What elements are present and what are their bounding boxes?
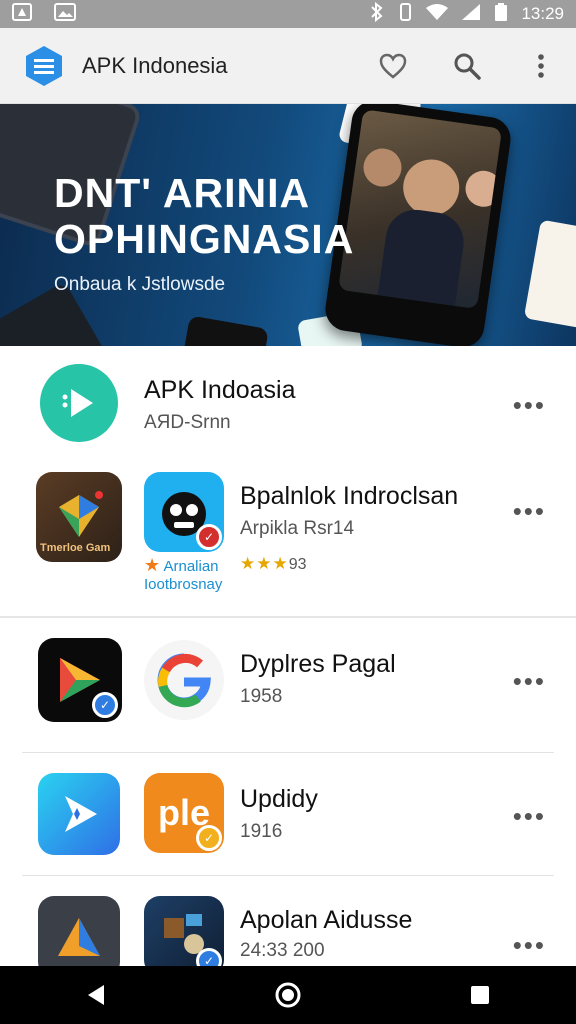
promo-label-line1: Arnalian [163,558,219,575]
app-subtitle: 24:33 200 [240,940,325,961]
promo-banner[interactable]: DNT' ARINIA OPHINGNASIA Onbaua k Jstlows… [0,104,576,346]
app-bar: APK Indonesia [0,28,576,104]
play-store-icon: ✓ [38,638,122,722]
google-icon [144,640,224,720]
list-item[interactable]: ✓ Apolan Aidusse 24:33 200 ••• [0,876,576,978]
image-icon [54,2,76,26]
app-title: Dyplres Pagal [240,650,396,678]
wifi-icon [425,3,449,26]
list-item[interactable]: Tmerloe Gam ✓ ★ Arnalian Iootbrosnay Bpa… [0,462,576,616]
app-title: Apolan Aidusse [240,906,413,934]
nav-bar [0,966,576,1024]
list-item[interactable]: APK Indoasia AЯD-Srnn ••• [0,346,576,462]
battery-icon [493,2,509,27]
app-title: Bpalnlok Indroclsan [240,482,459,510]
more-vert-icon[interactable] [526,51,556,81]
banner-headline: DNT' ARINIA OPHINGNASIA [54,170,354,262]
phone-image [183,315,269,346]
app-rating: ★★★93 [240,554,307,574]
game-icon: ✓ [144,896,224,976]
promo-label-line2: Iootbrosnay [144,576,223,593]
signal-icon [461,3,481,26]
search-icon[interactable] [452,51,482,81]
app-title: APK Indoasia [144,376,296,404]
app-title: APK Indonesia [82,52,228,78]
status-time: 13:29 [521,4,564,23]
app-title: Updidy [240,785,318,813]
more-icon[interactable]: ••• [513,668,546,694]
play-circle-icon [40,364,118,442]
banner-headline-line1: DNT' ARINIA [54,170,311,216]
home-icon[interactable] [268,975,308,1015]
vibrate-icon [397,2,413,27]
banner-subtitle: Onbaua k Jstlowsde [54,274,226,295]
status-bar: 13:29 [0,0,576,28]
more-icon[interactable]: ••• [513,392,546,418]
ple-app-icon: ple ✓ [144,773,224,853]
face-app-icon: ✓ [144,472,224,552]
rating-stars: ★★★ [240,554,289,573]
star-arrow-icon [38,773,120,855]
recents-icon[interactable] [460,975,500,1015]
more-icon[interactable]: ••• [513,803,546,829]
rating-value: 93 [288,556,307,573]
app-subtitle: 1916 [240,821,283,842]
app-subtitle: Arpikla Rsr14 [240,518,355,539]
promo-label: ★ Arnalian Iootbrosnay [144,555,223,593]
banner-headline-line2: OPHINGNASIA [54,216,355,262]
app-subtitle: 1958 [240,686,283,707]
more-icon[interactable]: ••• [513,932,546,958]
list-item[interactable]: ✓ Dyplres Pagal 1958 ••• [0,618,576,752]
app-subtitle: AЯD-Srnn [144,412,231,433]
notification-icon [12,2,32,26]
app-logo-icon[interactable] [22,44,66,88]
more-icon[interactable]: ••• [513,498,546,524]
thumbnail-icon: Tmerloe Gam [36,472,122,562]
back-icon[interactable] [76,975,116,1015]
heart-icon[interactable] [378,51,408,81]
list-item[interactable]: ple ✓ Updidy 1916 ••• [0,753,576,875]
thumb-caption: Tmerloe Gam [40,542,111,554]
bluetooth-icon [369,1,385,27]
banner-card [523,219,576,329]
